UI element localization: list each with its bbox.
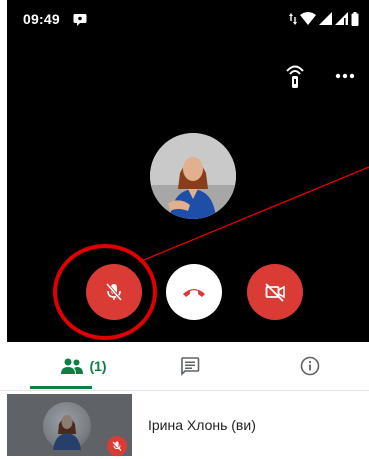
participant-avatar-large	[150, 133, 236, 219]
mic-off-small-icon	[112, 441, 122, 451]
tab-people[interactable]: (1)	[24, 342, 144, 390]
tab-chat[interactable]	[150, 342, 230, 390]
chat-icon	[181, 357, 200, 376]
signal-icon-2	[335, 12, 348, 25]
turn-off-camera-button[interactable]	[247, 264, 303, 320]
signal-icon	[319, 12, 332, 25]
call-tabs: (1)	[0, 342, 369, 391]
active-tab-indicator	[30, 386, 92, 389]
wifi-icon	[300, 12, 316, 25]
avatar-photo-small-icon	[53, 415, 81, 450]
status-icons	[289, 12, 359, 26]
videocam-off-icon	[265, 283, 285, 302]
status-bar: 09:49	[7, 0, 369, 40]
status-time: 09:49	[23, 11, 60, 27]
chat-notification-icon	[73, 13, 87, 27]
mic-off-icon	[105, 283, 123, 301]
phone-hangup-icon	[183, 289, 205, 297]
participant-muted-badge	[107, 436, 127, 456]
info-icon	[300, 356, 320, 376]
more-options-button[interactable]	[329, 60, 361, 92]
participant-name: Ірина Хлонь (ви)	[148, 417, 256, 433]
cast-audio-icon	[286, 65, 304, 88]
battery-icon	[351, 12, 359, 26]
call-view: 09:49	[7, 0, 369, 342]
tab-info[interactable]	[270, 342, 350, 390]
top-actions	[279, 60, 361, 92]
cast-audio-button[interactable]	[279, 60, 311, 92]
mute-microphone-button[interactable]	[86, 264, 142, 320]
list-item[interactable]: Ірина Хлонь (ви)	[0, 391, 369, 459]
data-arrows-icon	[289, 13, 297, 25]
hang-up-button[interactable]	[166, 264, 222, 320]
participant-avatar-small	[43, 402, 91, 450]
more-vert-icon	[335, 73, 355, 79]
people-count: (1)	[89, 358, 107, 374]
participant-thumbnail	[7, 394, 132, 456]
avatar-photo-icon	[150, 133, 236, 219]
people-icon	[61, 358, 84, 374]
